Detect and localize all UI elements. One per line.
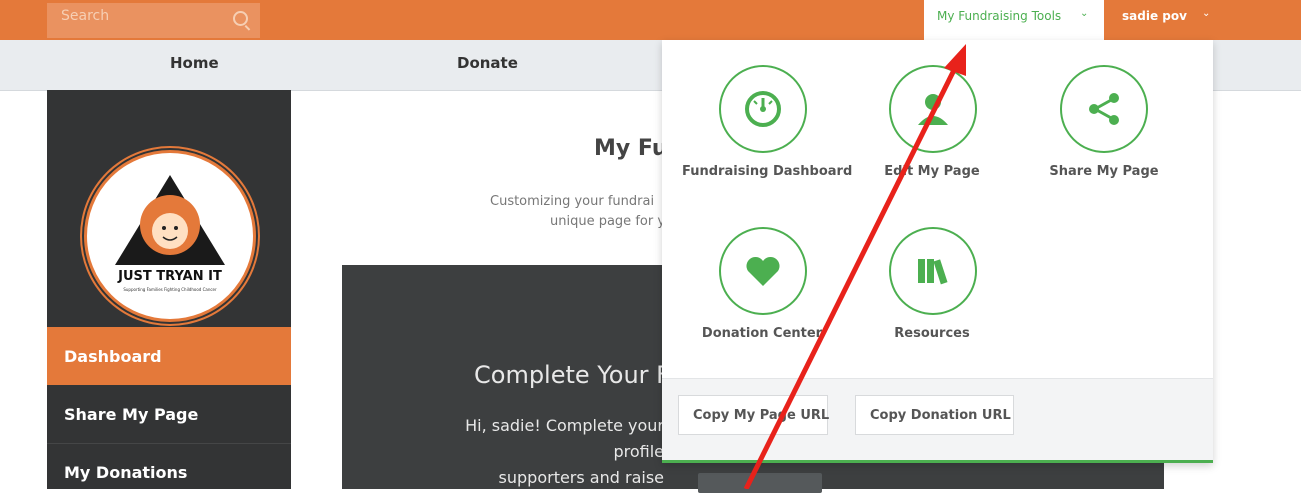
search-input[interactable]: Search	[61, 8, 109, 24]
donation-center-button[interactable]	[719, 227, 807, 315]
resources-button[interactable]	[889, 227, 977, 315]
resources-label[interactable]: Resources	[852, 326, 1012, 341]
share-my-page-label[interactable]: Share My Page	[1024, 164, 1184, 179]
page-description-line: unique page for y	[550, 214, 666, 229]
fundraising-tools-dropdown: Fundraising Dashboard Edit My Page Share…	[662, 40, 1213, 463]
sidebar-item-share-my-page[interactable]: Share My Page	[47, 385, 291, 444]
share-my-page-button[interactable]	[1060, 65, 1148, 153]
banner-text-line: supporters and raise	[498, 468, 664, 487]
chevron-down-icon: ⌄	[1202, 8, 1211, 19]
edit-my-page-button[interactable]	[889, 65, 977, 153]
banner-text-line: Hi, sadie! Complete your profile	[465, 416, 664, 461]
logo-text: JUST TRYAN IT	[118, 269, 222, 284]
chevron-down-icon: ⌄	[1080, 8, 1089, 19]
logo-tagline: Supporting Families Fighting Childhood C…	[123, 287, 217, 292]
sidebar-item-label: Share My Page	[64, 405, 199, 424]
sidebar-item-my-donations[interactable]: My Donations	[47, 443, 291, 501]
heart-icon	[746, 256, 780, 286]
top-bar: Search My Fundraising Tools ⌄ sadie pov …	[0, 0, 1301, 40]
page-description: Customizing your fundrai unique page for…	[470, 192, 690, 232]
share-icon	[1089, 93, 1119, 125]
search-icon[interactable]	[233, 11, 248, 26]
logo-graphic-icon	[115, 175, 225, 265]
page-title: My Fu	[594, 136, 668, 161]
dropdown-footer: Copy My Page URL Copy Donation URL	[662, 378, 1213, 460]
books-icon	[918, 259, 948, 285]
edit-my-page-label[interactable]: Edit My Page	[852, 164, 1012, 179]
sidebar-item-dashboard[interactable]: Dashboard	[47, 327, 291, 385]
sidebar-item-label: Dashboard	[64, 347, 162, 366]
copy-my-page-url-label: Copy My Page URL	[693, 408, 830, 423]
nav-home[interactable]: Home	[170, 54, 219, 72]
copy-donation-url-label: Copy Donation URL	[870, 408, 1011, 423]
gauge-icon	[745, 91, 781, 127]
organization-logo: JUST TRYAN IT Supporting Families Fighti…	[84, 150, 256, 322]
banner-text: Hi, sadie! Complete your profile support…	[414, 413, 664, 491]
user-menu[interactable]: sadie pov ⌄	[1104, 0, 1224, 40]
copy-my-page-url-button[interactable]: Copy My Page URL	[678, 395, 830, 435]
copy-donation-url-button[interactable]: Copy Donation URL	[855, 395, 1014, 435]
banner-title: Complete Your F	[474, 361, 670, 389]
my-fundraising-tools-menu[interactable]: My Fundraising Tools ⌄	[924, 0, 1104, 40]
sidebar: JUST TRYAN IT Supporting Families Fighti…	[47, 90, 291, 489]
donation-center-label[interactable]: Donation Center	[682, 326, 842, 341]
user-name: sadie pov	[1122, 9, 1187, 23]
nav-donate[interactable]: Donate	[457, 54, 518, 72]
fundraising-dashboard-label[interactable]: Fundraising Dashboard	[682, 164, 852, 179]
fundraising-dashboard-button[interactable]	[719, 65, 807, 153]
user-icon	[918, 94, 948, 125]
search-box[interactable]: Search	[47, 3, 260, 38]
banner-action-button[interactable]	[698, 473, 822, 493]
page-description-line: Customizing your fundrai	[490, 194, 655, 209]
my-fundraising-tools-label: My Fundraising Tools	[937, 9, 1062, 23]
sidebar-item-label: My Donations	[64, 463, 188, 482]
